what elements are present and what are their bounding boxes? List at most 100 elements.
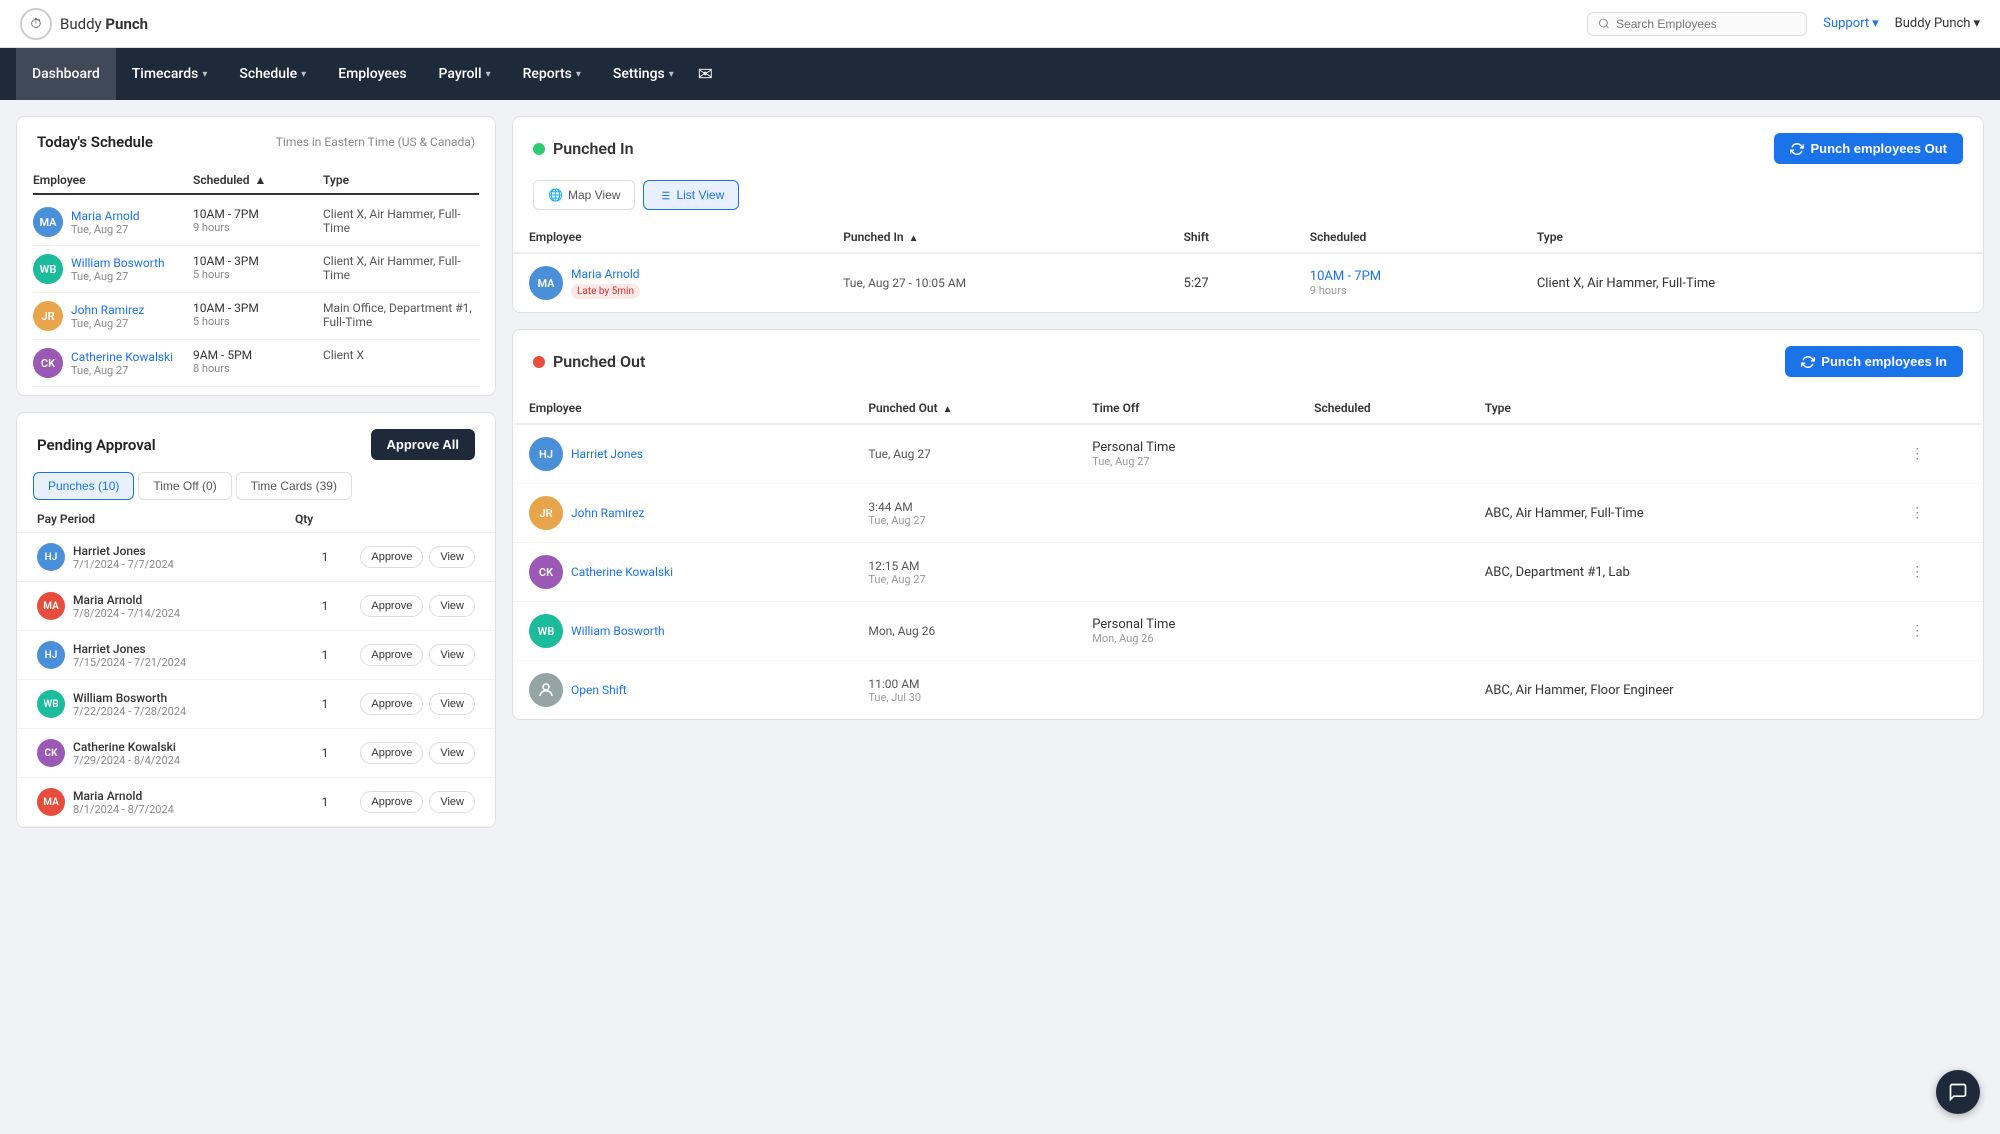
scheduled-value (1298, 602, 1469, 661)
avatar: HJ (529, 437, 563, 471)
employee-name[interactable]: William Bosworth (71, 256, 165, 270)
menu-icon[interactable]: ⋮ (1910, 446, 1924, 462)
qty: 1 (295, 599, 355, 613)
scheduled-hours: 9 hours (193, 221, 323, 234)
scheduled-hours: 5 hours (193, 315, 323, 328)
table-row: WB William Bosworth Mon, Aug 26 Personal… (513, 602, 1983, 661)
approve-all-button[interactable]: Approve All (371, 429, 475, 460)
col-scheduled: Scheduled (1294, 222, 1521, 253)
view-button[interactable]: View (429, 644, 475, 666)
punched-out-title: Punched Out (533, 352, 645, 371)
view-button[interactable]: View (429, 595, 475, 617)
punched-out-time: Tue, Aug 27 (852, 424, 1076, 484)
punched-out-table: Employee Punched Out ▲ Time Off Schedule… (513, 393, 1983, 719)
scheduled-value (1298, 484, 1469, 543)
chevron-down-icon: ▾ (1872, 16, 1879, 31)
pending-employee: WB William Bosworth 7/22/2024 - 7/28/202… (37, 690, 295, 718)
nav-item-reports[interactable]: Reports ▾ (507, 48, 597, 100)
view-toggle: 🌐 Map View List View (513, 180, 1983, 222)
employee-name: Maria Arnold (73, 593, 180, 607)
tab-time-off[interactable]: Time Off (0) (138, 472, 231, 500)
col-employee: Employee (513, 393, 852, 424)
scheduled-time: 10AM - 3PM (193, 254, 323, 268)
avatar: CK (37, 739, 65, 767)
punch-employees-out-button[interactable]: Punch employees Out (1774, 133, 1963, 164)
employee-name[interactable]: Maria Arnold (71, 209, 140, 223)
col-actions (1894, 393, 1983, 424)
col-type: Type (323, 173, 479, 187)
schedule-row: JR John Ramirez Tue, Aug 27 10AM - 3PM 5… (33, 293, 479, 340)
tab-punches[interactable]: Punches (10) (33, 472, 134, 500)
approve-button[interactable]: Approve (360, 595, 423, 617)
refresh-icon (1790, 142, 1804, 156)
pending-table-header: Pay Period Qty (17, 512, 495, 533)
employee-cell: HJ Harriet Jones (513, 424, 852, 484)
nav-item-schedule[interactable]: Schedule ▾ (223, 48, 322, 100)
view-button[interactable]: View (429, 693, 475, 715)
account-link[interactable]: Buddy Punch ▾ (1895, 16, 1980, 31)
map-view-button[interactable]: 🌐 Map View (533, 180, 635, 210)
punched-out-table-body: HJ Harriet Jones Tue, Aug 27 Personal Ti… (513, 424, 1983, 719)
pending-row: CK Catherine Kowalski 7/29/2024 - 8/4/20… (17, 729, 495, 778)
menu-icon[interactable]: ⋮ (1910, 505, 1924, 521)
schedule-type: Client X, Air Hammer, Full-Time (323, 207, 479, 235)
approve-button[interactable]: Approve (360, 546, 423, 568)
employee-name[interactable]: Catherine Kowalski (571, 565, 673, 579)
chat-button[interactable] (1936, 1070, 1980, 1114)
pay-period: 7/1/2024 - 7/7/2024 (73, 558, 174, 571)
avatar: MA (37, 788, 65, 816)
pay-period: 7/29/2024 - 8/4/2024 (73, 754, 180, 767)
time-off-value (1076, 484, 1298, 543)
table-row: CK Catherine Kowalski 12:15 AM Tue, Aug … (513, 543, 1983, 602)
approve-button[interactable]: Approve (360, 644, 423, 666)
punched-in-title: Punched In (533, 139, 634, 158)
support-link[interactable]: Support ▾ (1823, 16, 1878, 31)
punch-employees-in-button[interactable]: Punch employees In (1785, 346, 1963, 377)
tab-time-cards[interactable]: Time Cards (39) (236, 472, 352, 500)
chevron-down-icon: ▾ (669, 69, 674, 80)
employee-name[interactable]: John Ramirez (71, 303, 144, 317)
qty: 1 (295, 550, 355, 564)
punched-in-card: Punched In Punch employees Out 🌐 Map Vie… (512, 116, 1984, 313)
approve-button[interactable]: Approve (360, 791, 423, 813)
employee-name[interactable]: Harriet Jones (571, 447, 643, 461)
nav-item-settings[interactable]: Settings ▾ (597, 48, 690, 100)
col-punched-in: Punched In ▲ (827, 222, 1167, 253)
nav-item-dashboard[interactable]: Dashboard (16, 48, 116, 100)
search-input[interactable] (1616, 17, 1796, 31)
logo-text: Buddy Punch (60, 15, 148, 33)
right-panel: Punched In Punch employees Out 🌐 Map Vie… (512, 116, 1984, 1118)
view-button[interactable]: View (429, 742, 475, 764)
avatar: WB (33, 254, 63, 284)
employee-name[interactable]: Open Shift (571, 683, 627, 697)
nav-item-payroll[interactable]: Payroll ▾ (423, 48, 507, 100)
employee-cell: MA Maria Arnold Tue, Aug 27 (33, 207, 193, 237)
nav-item-employees[interactable]: Employees (322, 48, 422, 100)
pending-row: MA Maria Arnold 8/1/2024 - 8/7/2024 1 Ap… (17, 778, 495, 827)
view-button[interactable]: View (429, 791, 475, 813)
approve-button[interactable]: Approve (360, 693, 423, 715)
schedule-type: Main Office, Department #1, Full-Time (323, 301, 479, 329)
employee-name[interactable]: Maria Arnold (571, 267, 640, 281)
qty: 1 (295, 746, 355, 760)
scheduled-hours: 8 hours (193, 362, 323, 375)
employee-name[interactable]: John Ramirez (571, 506, 644, 520)
employee-name[interactable]: Catherine Kowalski (71, 350, 173, 364)
approve-button[interactable]: Approve (360, 742, 423, 764)
list-view-button[interactable]: List View (643, 180, 739, 210)
punched-out-time: 12:15 AM Tue, Aug 27 (852, 543, 1076, 602)
col-pay-period: Pay Period (37, 512, 295, 526)
pending-employee: MA Maria Arnold 7/8/2024 - 7/14/2024 (37, 592, 295, 620)
email-icon[interactable]: ✉ (698, 64, 713, 85)
view-button[interactable]: View (429, 546, 475, 568)
employee-name[interactable]: William Bosworth (571, 624, 665, 638)
schedule-rows: MA Maria Arnold Tue, Aug 27 10AM - 7PM 9… (33, 199, 479, 387)
nav-item-timecards[interactable]: Timecards ▾ (116, 48, 224, 100)
scheduled-link[interactable]: 10AM - 7PM (1310, 269, 1381, 284)
menu-icon[interactable]: ⋮ (1910, 564, 1924, 580)
search-box[interactable] (1587, 12, 1807, 36)
menu-icon[interactable]: ⋮ (1910, 623, 1924, 639)
globe-icon: 🌐 (548, 188, 563, 202)
avatar: WB (37, 690, 65, 718)
col-scheduled: Scheduled (1298, 393, 1469, 424)
